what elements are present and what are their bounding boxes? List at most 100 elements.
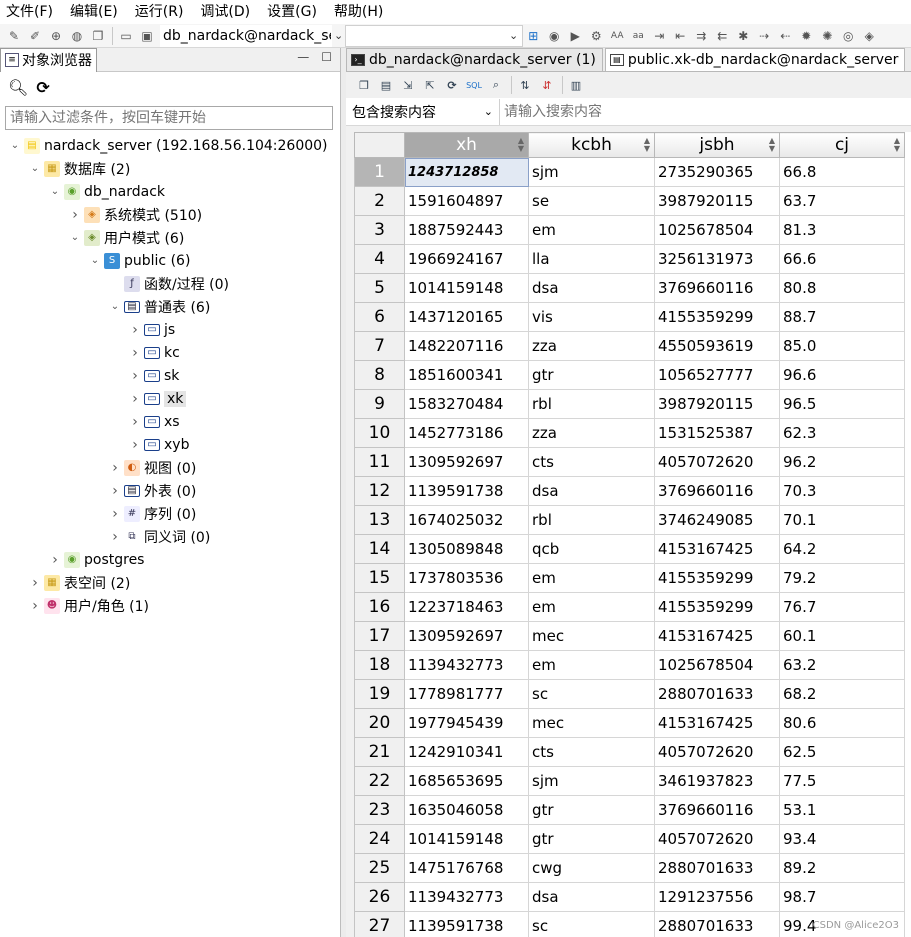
table-cell[interactable]: 63.7 xyxy=(779,186,905,216)
connect-icon[interactable]: ✎ xyxy=(4,26,24,46)
row-number[interactable]: 19 xyxy=(354,679,405,709)
minimize-icon[interactable]: — xyxy=(297,50,309,64)
maximize-icon[interactable]: ☐ xyxy=(321,50,332,64)
columns-icon[interactable]: ▥ xyxy=(566,75,586,95)
tree-item[interactable]: › ▭ js xyxy=(128,318,175,341)
table-row[interactable]: 10 1452773186 zza 1531525387 62.3 xyxy=(354,418,905,448)
table-cell[interactable]: 3769660116 xyxy=(654,273,780,303)
table-cell[interactable]: se xyxy=(528,186,655,216)
table-cell[interactable]: 64.2 xyxy=(779,534,905,564)
indent-icon[interactable]: ⇥ xyxy=(649,26,669,46)
copy-connection-icon[interactable]: ❐ xyxy=(88,26,108,46)
table-row[interactable]: 23 1635046058 gtr 3769660116 53.1 xyxy=(354,795,905,825)
table-row[interactable]: 17 1309592697 mec 4153167425 60.1 xyxy=(354,621,905,651)
table-cell[interactable]: 1778981777 xyxy=(404,679,529,709)
table-cell[interactable]: 1887592443 xyxy=(404,215,529,245)
format-icon[interactable]: ⚙ xyxy=(586,26,606,46)
table-cell[interactable]: 4155359299 xyxy=(654,302,780,332)
table-cell[interactable]: 4057072620 xyxy=(654,824,780,854)
table-row[interactable]: 5 1014159148 dsa 3769660116 80.8 xyxy=(354,273,905,303)
expanded-chevron-icon[interactable]: ⌄ xyxy=(8,140,22,151)
table-cell[interactable]: 3461937823 xyxy=(654,766,780,796)
table-cell[interactable]: 1025678504 xyxy=(654,650,780,680)
table-row[interactable]: 7 1482207116 zza 4550593619 85.0 xyxy=(354,331,905,361)
table-cell[interactable]: 68.2 xyxy=(779,679,905,709)
menu-item[interactable]: 文件(F) xyxy=(6,0,62,24)
table-cell[interactable]: 88.7 xyxy=(779,302,905,332)
collapsed-chevron-icon[interactable]: › xyxy=(128,345,142,361)
comment-icon[interactable]: ⇉ xyxy=(691,26,711,46)
row-number[interactable]: 6 xyxy=(354,302,405,332)
table-row[interactable]: 26 1139432773 dsa 1291237556 98.7 xyxy=(354,882,905,912)
collapsed-chevron-icon[interactable]: › xyxy=(28,598,42,614)
table-cell[interactable]: 1437120165 xyxy=(404,302,529,332)
new-query-icon[interactable]: ⊞ xyxy=(523,26,543,46)
table-row[interactable]: 11 1309592697 cts 4057072620 96.2 xyxy=(354,447,905,477)
tree-item[interactable]: › ▭ xyb xyxy=(128,433,189,456)
table-cell[interactable]: 96.6 xyxy=(779,360,905,390)
step-back-icon[interactable]: ⇠ xyxy=(775,26,795,46)
table-cell[interactable]: 81.3 xyxy=(779,215,905,245)
collapsed-chevron-icon[interactable]: › xyxy=(108,529,122,545)
collapsed-chevron-icon[interactable]: › xyxy=(28,575,42,591)
expanded-chevron-icon[interactable]: ⌄ xyxy=(48,186,62,197)
connection-selector[interactable]: db_nardack@nardack_server xyxy=(160,24,332,47)
table-cell[interactable]: 1475176768 xyxy=(404,853,529,883)
copy-with-header-icon[interactable]: ▤ xyxy=(376,75,396,95)
row-number[interactable]: 20 xyxy=(354,708,405,738)
table-row[interactable]: 9 1583270484 rbl 3987920115 96.5 xyxy=(354,389,905,419)
table-cell[interactable]: gtr xyxy=(528,360,655,390)
table-cell[interactable]: 1139432773 xyxy=(404,650,529,680)
expanded-chevron-icon[interactable]: ⌄ xyxy=(28,163,42,174)
menu-item[interactable]: 帮助(H) xyxy=(334,0,392,24)
collapsed-chevron-icon[interactable]: › xyxy=(48,552,62,568)
collapsed-chevron-icon[interactable]: › xyxy=(128,368,142,384)
table-cell[interactable]: mec xyxy=(528,621,655,651)
row-number[interactable]: 15 xyxy=(354,563,405,593)
uppercase-icon[interactable]: AA xyxy=(607,26,627,46)
table-row[interactable]: 3 1887592443 em 1025678504 81.3 xyxy=(354,215,905,245)
table-cell[interactable]: 63.2 xyxy=(779,650,905,680)
row-number[interactable]: 14 xyxy=(354,534,405,564)
table-cell[interactable]: 4153167425 xyxy=(654,534,780,564)
tree-item[interactable]: › ◉ postgres xyxy=(48,548,144,571)
table-cell[interactable]: 2880701633 xyxy=(654,853,780,883)
debug-icon[interactable]: ✱ xyxy=(733,26,753,46)
table-cell[interactable]: zza xyxy=(528,331,655,361)
tree-item[interactable]: › ▭ xk xyxy=(128,387,187,410)
table-cell[interactable]: 3987920115 xyxy=(654,389,780,419)
copy-icon[interactable]: ❐ xyxy=(354,75,374,95)
table-cell[interactable]: sjm xyxy=(528,157,655,187)
table-cell[interactable]: 89.2 xyxy=(779,853,905,883)
table-cell[interactable]: sc xyxy=(528,911,655,937)
table-cell[interactable]: 4155359299 xyxy=(654,563,780,593)
table-cell[interactable]: gtr xyxy=(528,824,655,854)
clear-sort-icon[interactable]: ⇵ xyxy=(537,75,557,95)
table-cell[interactable]: 4153167425 xyxy=(654,621,780,651)
outdent-icon[interactable]: ⇤ xyxy=(670,26,690,46)
tree-item[interactable]: › ▤ 外表 (0) xyxy=(108,479,196,502)
table-cell[interactable]: 1025678504 xyxy=(654,215,780,245)
table-cell[interactable]: rbl xyxy=(528,389,655,419)
tree-item[interactable]: ⌄ Spublic (6) xyxy=(88,249,190,272)
tree-item[interactable]: ⌄ ▤ 普通表 (6) xyxy=(108,295,210,318)
table-row[interactable]: 24 1014159148 gtr 4057072620 93.4 xyxy=(354,824,905,854)
row-number[interactable]: 16 xyxy=(354,592,405,622)
document-tab[interactable]: ▤ public.xk-db_nardack@nardack_server xyxy=(604,48,906,71)
tree-item[interactable]: › ☻ 用户/角色 (1) xyxy=(28,594,149,617)
tree-item[interactable]: › ◐ 视图 (0) xyxy=(108,456,196,479)
chevron-down-icon[interactable]: ⌄ xyxy=(334,29,343,42)
column-header[interactable]: kcbh ▲ ▼ xyxy=(528,132,655,158)
row-number[interactable]: 22 xyxy=(354,766,405,796)
table-cell[interactable]: 60.1 xyxy=(779,621,905,651)
table-cell[interactable]: 4550593619 xyxy=(654,331,780,361)
refresh-icon[interactable]: ⟳ xyxy=(36,78,49,97)
table-cell[interactable]: cwg xyxy=(528,853,655,883)
table-cell[interactable]: 3769660116 xyxy=(654,476,780,506)
collapsed-chevron-icon[interactable]: › xyxy=(108,483,122,499)
table-cell[interactable]: 80.6 xyxy=(779,708,905,738)
row-number[interactable]: 13 xyxy=(354,505,405,535)
menu-item[interactable]: 设置(G) xyxy=(267,0,326,24)
tree-item[interactable]: › ▭ sk xyxy=(128,364,179,387)
filter-input[interactable] xyxy=(5,106,333,130)
